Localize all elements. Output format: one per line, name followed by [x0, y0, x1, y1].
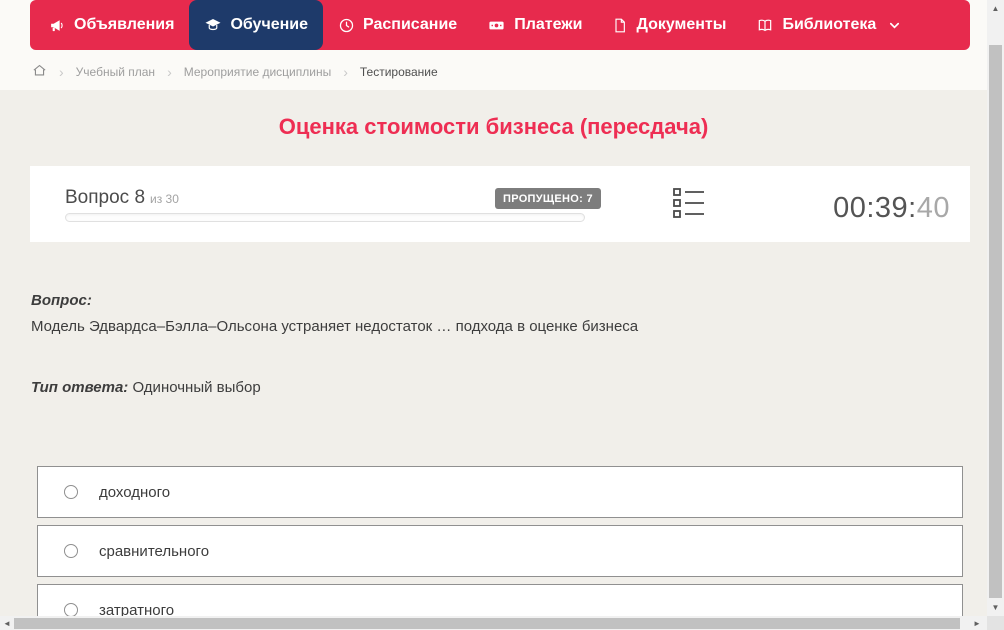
timer-seconds: 40 — [917, 192, 950, 224]
question-list-button[interactable] — [672, 190, 706, 220]
breadcrumb-item-curriculum[interactable]: Учебный план — [76, 65, 155, 79]
nav-item-label: Документы — [636, 16, 726, 34]
timer: 00:39:40 — [833, 192, 950, 225]
page-title: Оценка стоимости бизнеса (пересдача) — [0, 114, 987, 140]
nav-item-label: Объявления — [74, 16, 174, 34]
nav-item-schedule[interactable]: Расписание — [323, 0, 472, 50]
question-label: Вопрос: — [31, 292, 92, 309]
question-header-card: Вопрос 8 из 30 ПРОПУЩЕНО: 7 00:39:40 — [30, 166, 970, 242]
answer-type: Тип ответа: Одиночный выбор — [31, 379, 261, 396]
question-text: Модель Эдвардса–Бэлла–Ольсона устраняет … — [31, 318, 931, 335]
vertical-scrollbar[interactable]: ▲ ▼ — [987, 0, 1004, 616]
chevron-down-icon — [888, 19, 901, 32]
question-progress-bar — [65, 213, 585, 222]
scroll-left-arrow-icon[interactable]: ◄ — [0, 616, 14, 630]
question-number-label: Вопрос 8 — [65, 187, 145, 208]
breadcrumb-item-testing: Тестирование — [360, 65, 438, 79]
nav-item-documents[interactable]: Документы — [597, 0, 741, 50]
nav-item-payments[interactable]: Платежи — [472, 0, 597, 50]
horizontal-scrollbar[interactable]: ◄ ► — [0, 616, 987, 630]
nav-item-library[interactable]: Библиотека — [741, 0, 916, 50]
nav-item-announcements[interactable]: Объявления — [34, 0, 189, 50]
nav-item-label: Расписание — [363, 16, 457, 34]
question-number: Вопрос 8 из 30 — [65, 187, 179, 209]
scroll-down-arrow-icon[interactable]: ▼ — [987, 599, 1004, 616]
chevron-right-icon — [59, 64, 64, 80]
document-icon — [612, 17, 628, 34]
nav-item-learning[interactable]: Обучение — [189, 0, 323, 50]
clock-icon — [338, 17, 355, 34]
radio-icon[interactable] — [64, 544, 78, 558]
page-viewport: Объявления Обучение Расписание Платежи Д… — [0, 0, 987, 616]
breadcrumb-item-discipline-event[interactable]: Мероприятие дисциплины — [184, 65, 331, 79]
radio-icon[interactable] — [64, 485, 78, 499]
answer-option-2[interactable]: сравнительного — [37, 525, 963, 577]
answer-type-label: Тип ответа: — [31, 379, 128, 396]
main-navbar: Объявления Обучение Расписание Платежи Д… — [30, 0, 970, 50]
nav-item-label: Обучение — [230, 16, 308, 34]
answer-option-3[interactable]: затратного — [37, 584, 963, 616]
radio-icon[interactable] — [64, 603, 78, 616]
answer-option-label: затратного — [99, 602, 174, 617]
chevron-right-icon — [167, 64, 172, 80]
timer-main: 00:39: — [833, 192, 917, 224]
answer-option-1[interactable]: доходного — [37, 466, 963, 518]
skipped-badge: ПРОПУЩЕНО: 7 — [495, 188, 601, 209]
scroll-right-arrow-icon[interactable]: ► — [970, 616, 984, 630]
scrollbar-corner — [987, 616, 1004, 630]
vertical-scrollbar-thumb[interactable] — [989, 45, 1002, 598]
question-list-icon — [673, 188, 705, 223]
question-total-label: из 30 — [150, 192, 179, 206]
banknote-icon — [487, 17, 506, 34]
answer-type-value: Одиночный выбор — [132, 379, 260, 396]
book-icon — [756, 17, 774, 34]
answer-option-label: сравнительного — [99, 543, 209, 560]
nav-item-label: Платежи — [514, 16, 582, 34]
breadcrumb: Учебный план Мероприятие дисциплины Тест… — [32, 62, 438, 82]
graduation-cap-icon — [204, 16, 222, 34]
horizontal-scrollbar-thumb[interactable] — [14, 618, 960, 629]
scroll-up-arrow-icon[interactable]: ▲ — [987, 0, 1004, 17]
home-icon[interactable] — [32, 63, 47, 81]
chevron-right-icon — [343, 64, 348, 80]
nav-item-label: Библиотека — [782, 16, 876, 34]
answer-option-label: доходного — [99, 484, 170, 501]
megaphone-icon — [49, 17, 66, 34]
